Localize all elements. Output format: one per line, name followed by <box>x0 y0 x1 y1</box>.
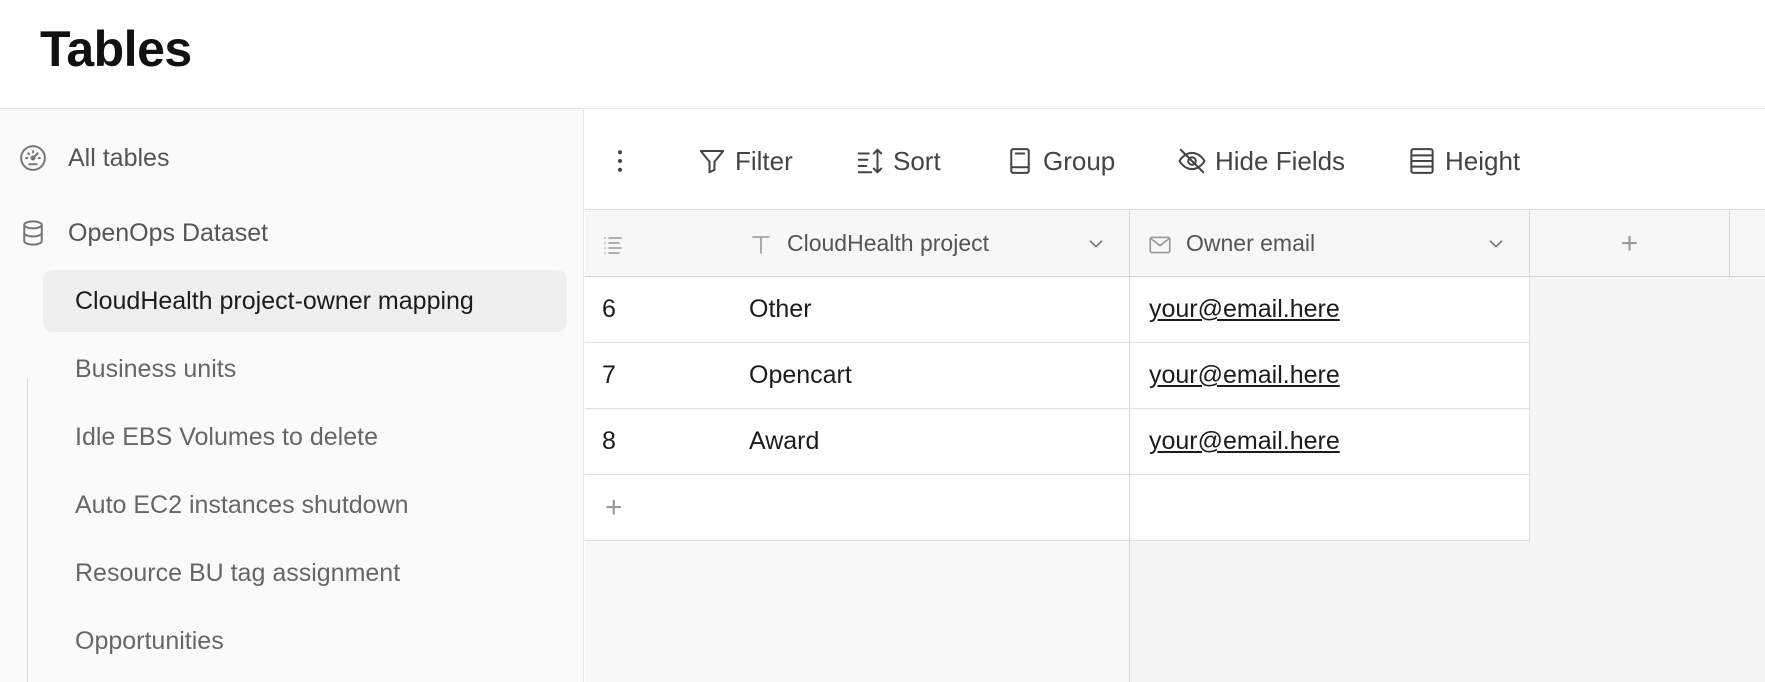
group-button[interactable]: Group <box>1005 143 1115 179</box>
table-row[interactable]: 6 Other your@email.here <box>585 277 1530 343</box>
text-type-icon <box>752 236 770 254</box>
filter-button[interactable]: Filter <box>697 143 793 179</box>
chevron-down-icon[interactable] <box>1085 233 1107 255</box>
hide-fields-button[interactable]: Hide Fields <box>1177 143 1345 179</box>
sidebar-table-item[interactable]: Resource BU tag assignment <box>43 542 567 604</box>
project-value: Other <box>749 295 812 323</box>
table-row[interactable]: 7 Opencart your@email.here <box>585 343 1530 409</box>
email-link[interactable]: your@email.here <box>1149 295 1340 324</box>
sidebar-table-item[interactable]: Business units <box>43 338 567 400</box>
sidebar-table-item[interactable]: Idle EBS Volumes to delete <box>43 406 567 468</box>
row-height-icon <box>1410 148 1434 174</box>
sidebar-table-label: CloudHealth project-owner mapping <box>75 286 474 315</box>
project-value: Opencart <box>749 361 852 389</box>
row-height-label: Height <box>1445 145 1521 176</box>
plus-icon: + <box>1620 226 1639 260</box>
add-row-button[interactable]: + <box>585 475 1130 541</box>
sort-button[interactable]: Sort <box>855 143 941 179</box>
email-cell[interactable]: your@email.here <box>1130 277 1530 343</box>
vertical-dots-icon <box>618 150 622 172</box>
email-link[interactable]: your@email.here <box>1149 427 1340 456</box>
project-cell[interactable]: 7 Opencart <box>585 343 1130 409</box>
eye-off-icon <box>1178 148 1206 174</box>
column-header-project[interactable]: CloudHealth project <box>585 211 1130 277</box>
email-link[interactable]: your@email.here <box>1149 361 1340 390</box>
column-header-label: Owner email <box>1186 230 1316 256</box>
page-title: Tables <box>40 21 192 77</box>
sidebar-table-label: Idle EBS Volumes to delete <box>75 422 378 451</box>
table-row[interactable]: 8 Award your@email.here <box>585 409 1530 475</box>
grid-toolbar: Filter Sort Group Hide Fields Height <box>585 110 1765 210</box>
sidebar-table-label: Opportunities <box>75 626 224 655</box>
header-filler <box>1730 211 1765 277</box>
dashboard-gauge-icon <box>18 143 48 173</box>
email-icon <box>1149 236 1171 254</box>
filter-funnel-icon <box>699 150 725 174</box>
sidebar-table-label: Auto EC2 instances shutdown <box>75 490 409 519</box>
sort-label: Sort <box>893 145 941 176</box>
sidebar-all-tables-label: All tables <box>68 143 170 172</box>
project-cell[interactable]: 8 Award <box>585 409 1130 475</box>
sidebar-table-label: Resource BU tag assignment <box>75 558 401 587</box>
filter-label: Filter <box>735 145 793 176</box>
database-icon <box>18 218 48 248</box>
email-cell[interactable]: your@email.here <box>1130 343 1530 409</box>
sidebar-all-tables[interactable]: All tables <box>18 143 169 173</box>
chevron-down-icon[interactable] <box>1485 233 1507 255</box>
add-row[interactable]: + <box>585 475 1530 541</box>
sidebar-dataset[interactable]: OpenOps Dataset <box>18 218 268 248</box>
sidebar-table-item[interactable]: Auto EC2 instances shutdown <box>43 474 567 536</box>
sidebar-table-label: Business units <box>75 354 237 383</box>
column-header-email[interactable]: Owner email <box>1130 211 1530 277</box>
row-number: 8 <box>602 427 616 455</box>
group-label: Group <box>1043 145 1116 176</box>
add-row-cell[interactable] <box>1130 475 1530 541</box>
add-column-button[interactable]: + <box>1530 211 1730 277</box>
more-options-button[interactable] <box>605 143 643 179</box>
page-header: Tables <box>0 0 1765 109</box>
project-cell[interactable]: 6 Other <box>585 277 1130 343</box>
group-book-icon <box>1010 148 1030 174</box>
sidebar-dataset-label: OpenOps Dataset <box>68 218 269 247</box>
row-number: 6 <box>602 295 616 323</box>
sidebar-table-item[interactable]: CloudHealth project-owner mapping <box>43 270 567 332</box>
row-number: 7 <box>602 361 616 389</box>
hide-fields-label: Hide Fields <box>1215 145 1346 176</box>
column-header-label: CloudHealth project <box>787 230 990 256</box>
row-height-button[interactable]: Height <box>1407 143 1520 179</box>
sort-icon <box>857 148 883 174</box>
plus-icon: + <box>605 490 623 524</box>
data-grid: CloudHealth project Owner email + 6 Othe… <box>585 211 1765 682</box>
tree-guide-line <box>27 378 28 682</box>
sidebar: All tables OpenOps Dataset CloudHealth p… <box>0 110 584 682</box>
row-list-icon <box>604 237 622 254</box>
project-value: Award <box>749 427 820 455</box>
sidebar-table-item[interactable]: Opportunities <box>43 610 567 672</box>
email-cell[interactable]: your@email.here <box>1130 409 1530 475</box>
